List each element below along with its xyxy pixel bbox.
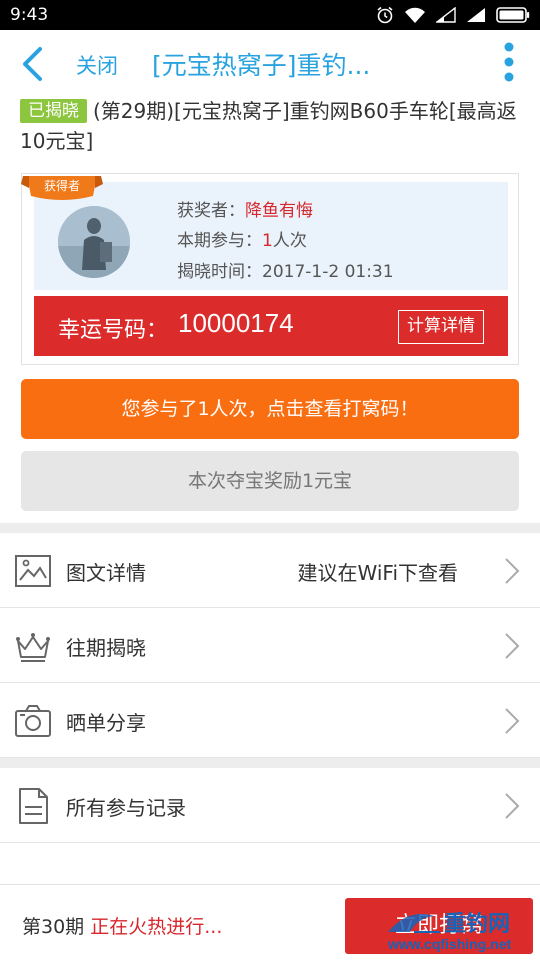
- reveal-time-value: 2017-1-2 01:31: [262, 262, 394, 282]
- participation-label: 本期参与：: [177, 231, 262, 251]
- alarm-icon: [377, 6, 393, 24]
- signal-icon: [436, 7, 456, 23]
- calculation-details-button[interactable]: 计算详情: [398, 310, 484, 344]
- camera-icon: [15, 705, 51, 737]
- reveal-time-label: 揭晓时间：: [177, 262, 262, 282]
- lucky-number-label: 幸运号码：: [58, 318, 169, 343]
- back-arrow-icon[interactable]: [18, 46, 48, 82]
- chevron-right-icon: [505, 793, 520, 819]
- product-title-text: (第29期)[元宝热窝子]重钓网B60手车轮[最高返10元宝]: [20, 99, 517, 153]
- menu-item-label: 所有参与记录: [66, 796, 186, 820]
- menu-item-share[interactable]: 晒单分享: [0, 683, 540, 758]
- join-now-button[interactable]: 立即打窝: [345, 898, 533, 954]
- winner-card: 获奖者：降鱼有悔 本期参与：1人次 揭晓时间：2017-1-2 01:31 获得…: [21, 173, 519, 365]
- participation-count: 1: [262, 231, 273, 251]
- section-divider: [0, 758, 540, 768]
- status-bar: 9:43: [0, 0, 540, 30]
- status-time: 9:43: [10, 5, 49, 25]
- section-divider: [0, 523, 540, 533]
- menu-item-label: 晒单分享: [66, 711, 146, 735]
- status-icons: [376, 6, 530, 24]
- view-participation-codes-button[interactable]: 您参与了1人次，点击查看打窝码！: [21, 379, 519, 439]
- top-nav-bar: 关闭 [元宝热窝子]重钓...: [0, 30, 540, 98]
- chevron-right-icon: [505, 708, 520, 734]
- wifi-icon: [405, 7, 425, 23]
- signal-icon: [467, 8, 485, 22]
- crown-icon: [16, 633, 50, 662]
- menu-item-all-records[interactable]: 所有参与记录: [0, 768, 540, 843]
- more-options-icon[interactable]: [502, 42, 516, 86]
- participation-line: 本期参与：1人次: [177, 226, 307, 251]
- winner-line: 获奖者：降鱼有悔: [177, 196, 313, 221]
- revealed-badge: 已揭晓: [20, 99, 87, 123]
- winner-label: 获奖者：: [177, 201, 245, 221]
- avatar-photo: [58, 206, 130, 278]
- period-number: 第30期: [22, 916, 85, 938]
- reward-info-button: 本次夺宝奖励1元宝: [21, 451, 519, 511]
- period-status[interactable]: 正在火热进行...: [90, 916, 222, 938]
- bottom-action-bar: 第30期 正在火热进行... 立即打窝: [0, 884, 540, 960]
- product-title: 已揭晓 (第29期)[元宝热窝子]重钓网B60手车轮[最高返10元宝]: [20, 96, 520, 156]
- next-period-status: 第30期 正在火热进行...: [22, 912, 222, 939]
- lucky-number: 10000174: [178, 308, 294, 338]
- menu-item-hint: 建议在WiFi下查看: [297, 561, 459, 585]
- reveal-time-line: 揭晓时间：2017-1-2 01:31: [177, 257, 394, 282]
- winner-name[interactable]: 降鱼有悔: [245, 201, 313, 221]
- page-title: [元宝热窝子]重钓...: [152, 51, 371, 80]
- ribbon-label: 获得者: [44, 178, 80, 193]
- document-icon: [19, 788, 48, 824]
- avatar: [58, 206, 130, 278]
- participation-unit: 人次: [272, 231, 307, 251]
- menu-item-label: 往期揭晓: [66, 636, 146, 660]
- lucky-number-bar: 幸运号码： 10000174 计算详情: [34, 296, 508, 356]
- close-button[interactable]: 关闭: [76, 50, 118, 80]
- battery-icon: [496, 7, 530, 23]
- image-icon: [15, 555, 51, 587]
- winner-ribbon: 获得者: [21, 176, 103, 200]
- menu-item-detail[interactable]: 图文详情 建议在WiFi下查看: [0, 533, 540, 608]
- chevron-right-icon: [505, 558, 520, 584]
- menu-item-label: 图文详情: [66, 561, 146, 585]
- menu-item-past-reveals[interactable]: 往期揭晓: [0, 608, 540, 683]
- chevron-right-icon: [505, 633, 520, 659]
- winner-info-panel: 获奖者：降鱼有悔 本期参与：1人次 揭晓时间：2017-1-2 01:31: [34, 182, 508, 290]
